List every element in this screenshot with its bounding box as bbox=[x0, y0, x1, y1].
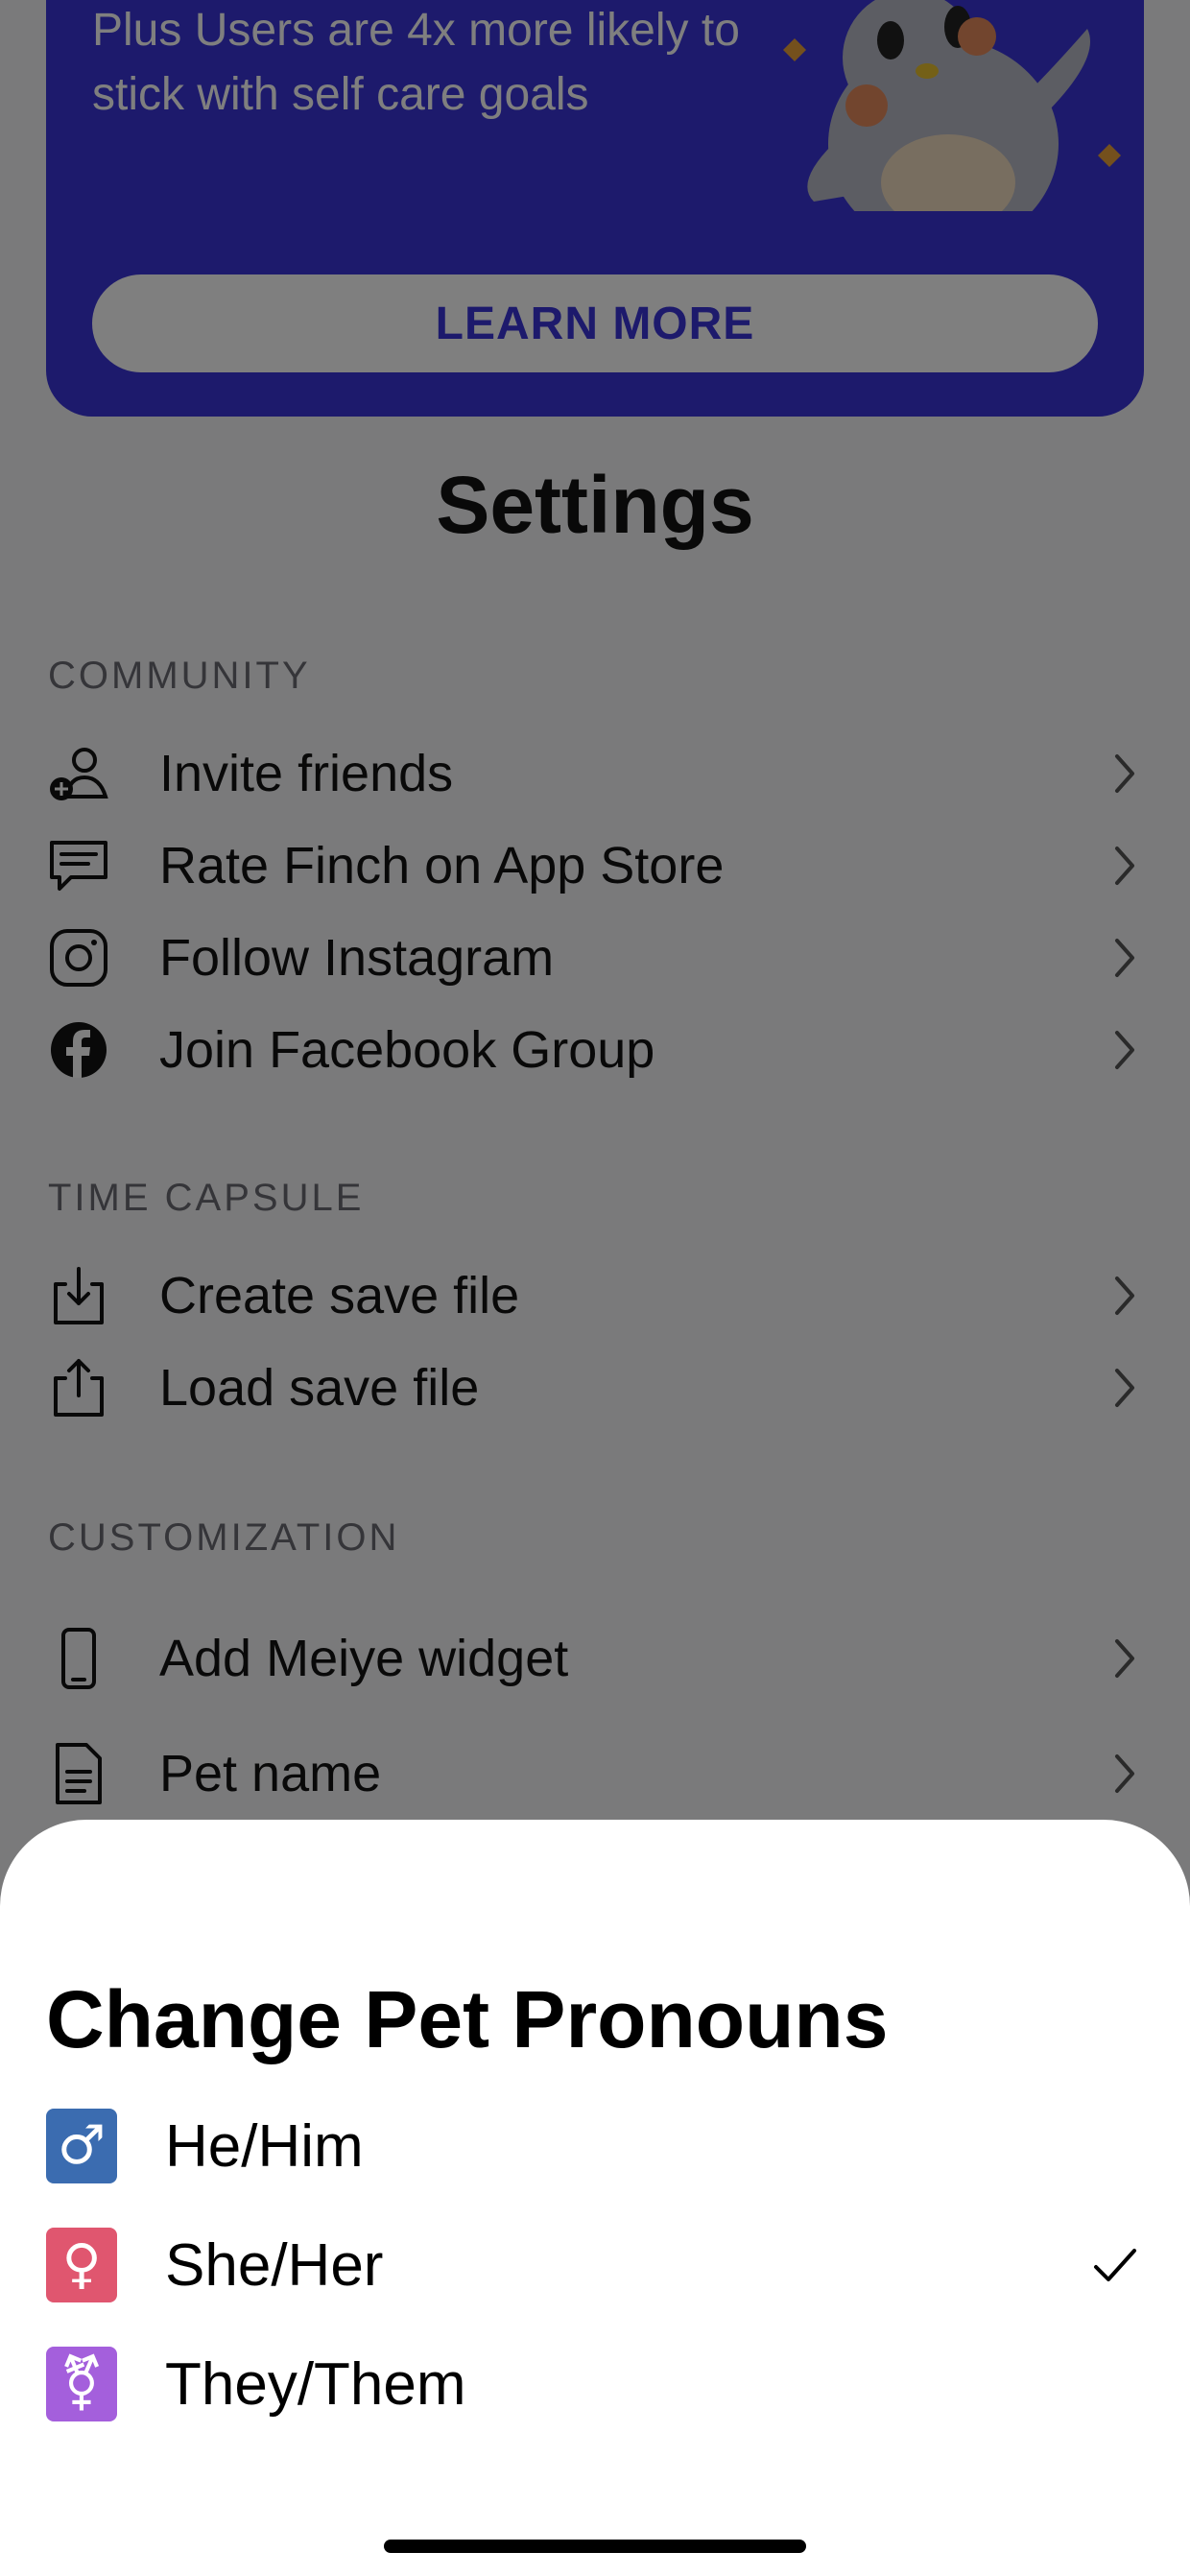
female-sign-icon: ♀ bbox=[46, 2228, 117, 2302]
pronoun-option-they-them[interactable]: ⚧ They/Them bbox=[46, 2336, 1144, 2432]
pronoun-option-label: He/Him bbox=[165, 2112, 364, 2180]
pronoun-option-she-her[interactable]: ♀ She/Her bbox=[46, 2217, 1144, 2313]
pronoun-option-label: They/Them bbox=[165, 2350, 466, 2418]
checkmark-icon bbox=[1086, 2236, 1144, 2294]
male-sign-icon: ♂ bbox=[46, 2109, 117, 2183]
transgender-symbol-icon: ⚧ bbox=[46, 2347, 117, 2421]
pronoun-option-label: She/Her bbox=[165, 2231, 384, 2299]
pronoun-bottom-sheet: Change Pet Pronouns ♂ He/Him ♀ She/Her ⚧… bbox=[0, 1820, 1190, 2576]
sheet-title: Change Pet Pronouns bbox=[46, 1974, 889, 2064]
pronoun-option-he-him[interactable]: ♂ He/Him bbox=[46, 2098, 1144, 2194]
home-indicator bbox=[384, 2540, 806, 2553]
